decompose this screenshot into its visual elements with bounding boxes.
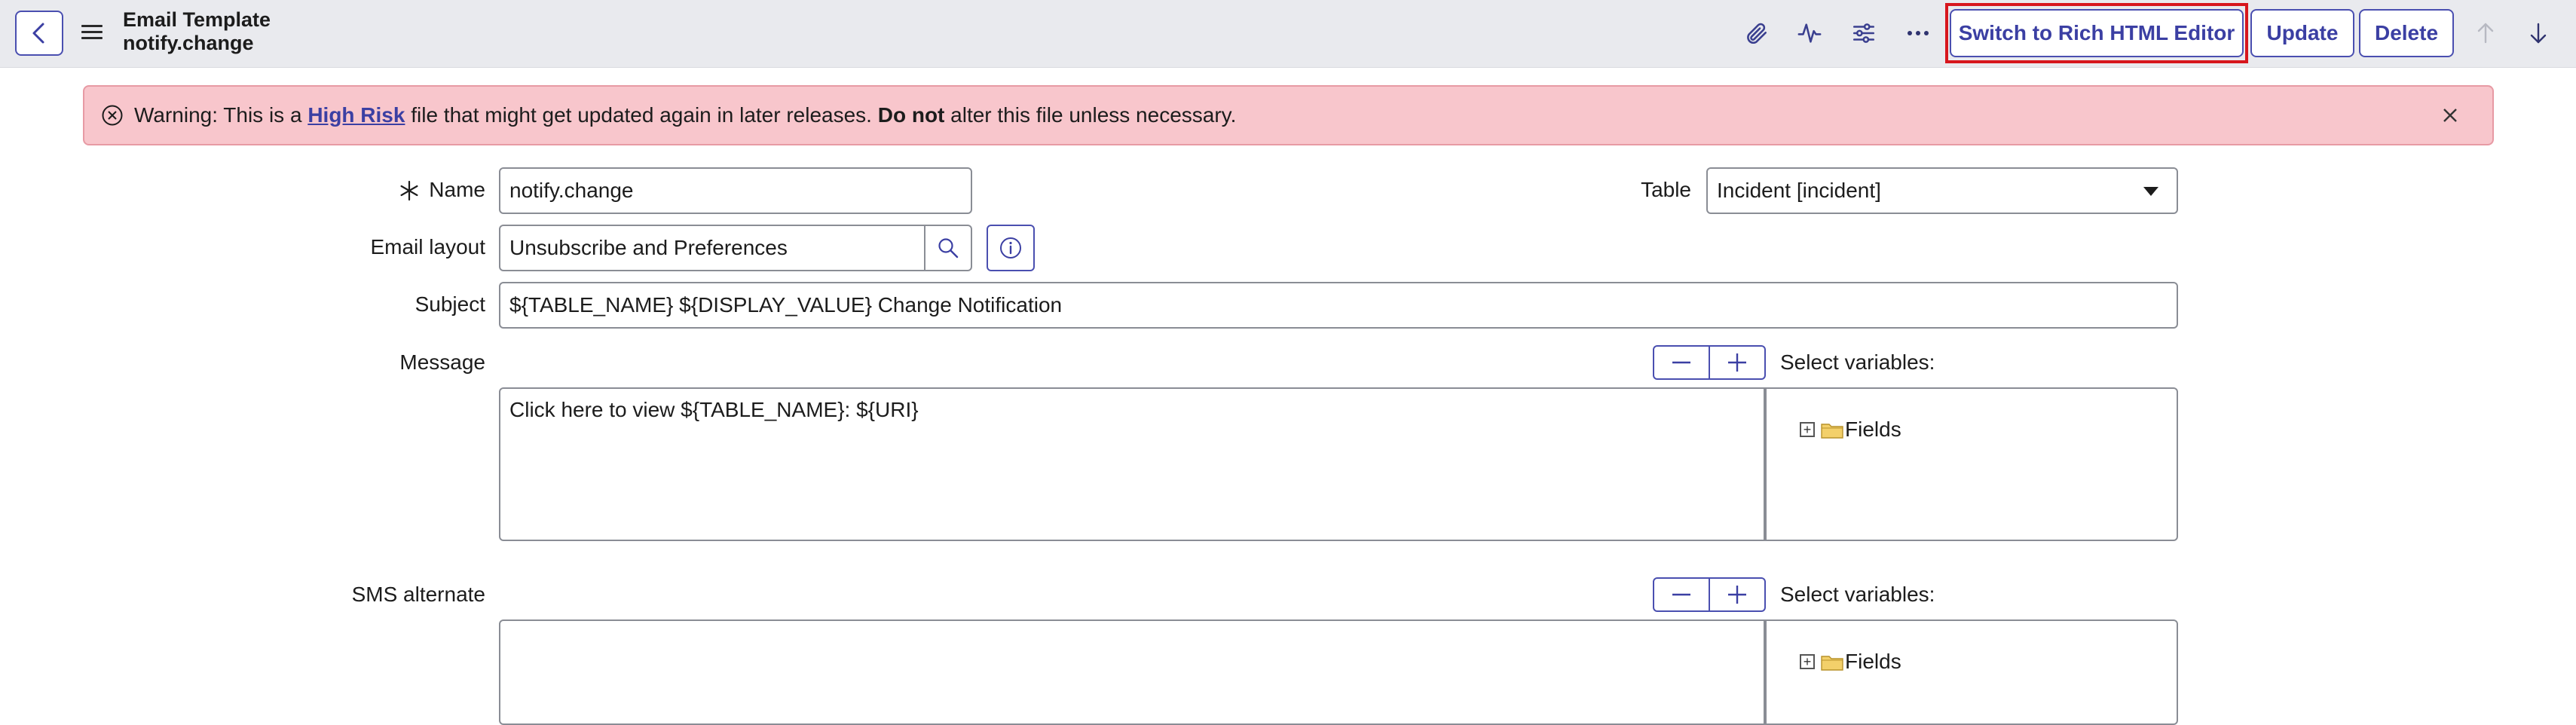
dropdown-caret-icon — [2143, 187, 2158, 196]
plus-icon — [1728, 586, 1746, 604]
sms-tree-fields-node[interactable]: + Fields — [1800, 650, 1901, 674]
sms-shrink-button[interactable] — [1654, 579, 1709, 610]
folder-icon — [1821, 424, 1843, 439]
minus-icon — [1672, 361, 1690, 364]
message-shrink-button[interactable] — [1654, 347, 1709, 378]
message-tree-fields-node[interactable]: + Fields — [1800, 418, 1901, 442]
message-tree-fields-label: Fields — [1845, 418, 1901, 441]
sms-select-variables-label: Select variables: — [1780, 583, 1935, 606]
sliders-icon — [1852, 23, 1875, 43]
subject-input[interactable]: ${TABLE_NAME} ${DISPLAY_VALUE} Change No… — [499, 282, 2178, 329]
email-layout-label: Email layout — [370, 235, 485, 258]
close-icon — [2443, 109, 2457, 122]
sms-size-stepper — [1653, 577, 1766, 612]
personalize-button[interactable] — [1847, 17, 1880, 50]
email-layout-input[interactable]: Unsubscribe and Preferences — [499, 225, 925, 271]
attachment-button[interactable] — [1739, 17, 1773, 50]
sms-textarea[interactable] — [499, 619, 1765, 725]
tree-expand-icon[interactable]: + — [1800, 422, 1815, 437]
sms-grow-button[interactable] — [1710, 579, 1764, 610]
warning-text-prefix: Warning: This is a — [134, 103, 308, 127]
record-name-title: notify.change — [123, 32, 254, 54]
activity-button[interactable] — [1793, 17, 1826, 50]
previous-record-button[interactable] — [2469, 17, 2502, 50]
next-record-button[interactable] — [2522, 17, 2555, 50]
name-input[interactable]: notify.change — [499, 167, 972, 214]
warning-text-bold: Do not — [877, 103, 945, 127]
message-textarea[interactable]: Click here to view ${TABLE_NAME}: ${URI} — [499, 387, 1765, 541]
table-select[interactable]: Incident [incident] — [1706, 167, 2178, 214]
activity-icon — [1797, 23, 1822, 43]
message-label: Message — [399, 350, 485, 374]
back-chevron-icon — [32, 23, 44, 44]
warning-banner: Warning: This is a High Risk file that m… — [83, 85, 2494, 145]
arrow-up-icon — [2477, 23, 2494, 44]
paperclip-icon — [1747, 23, 1767, 44]
back-button[interactable] — [15, 11, 63, 56]
table-select-value: Incident [incident] — [1717, 179, 1881, 202]
folder-icon — [1821, 656, 1843, 671]
more-options-button[interactable] — [1901, 17, 1935, 50]
arrow-down-icon — [2530, 23, 2547, 44]
delete-button[interactable]: Delete — [2359, 9, 2454, 57]
update-button[interactable]: Update — [2250, 9, 2354, 57]
name-label: Name — [429, 178, 485, 201]
sms-variables-tree: + Fields — [1765, 619, 2178, 725]
table-label: Table — [1641, 178, 1691, 201]
highlight-box — [1945, 3, 2248, 63]
email-layout-lookup-button[interactable] — [924, 225, 972, 271]
subject-label: Subject — [415, 292, 485, 316]
info-icon — [1000, 237, 1021, 258]
plus-icon — [1728, 353, 1746, 372]
message-grow-button[interactable] — [1710, 347, 1764, 378]
sms-alternate-label: SMS alternate — [351, 583, 485, 606]
sms-tree-fields-label: Fields — [1845, 650, 1901, 673]
warning-text-suffix: alter this file unless necessary. — [944, 103, 1237, 127]
message-size-stepper — [1653, 345, 1766, 380]
x-circle-icon — [102, 105, 123, 126]
close-banner-button[interactable] — [2438, 103, 2462, 127]
email-layout-info-button[interactable] — [987, 225, 1035, 271]
message-variables-tree: + Fields — [1765, 387, 2178, 541]
more-icon — [1908, 31, 1929, 35]
warning-text-middle: file that might get updated again in lat… — [405, 103, 878, 127]
record-type-title: Email Template — [123, 8, 271, 31]
high-risk-link[interactable]: High Risk — [307, 103, 405, 127]
message-select-variables-label: Select variables: — [1780, 350, 1935, 374]
tree-expand-icon[interactable]: + — [1800, 654, 1815, 669]
required-asterisk-icon — [398, 179, 421, 202]
search-icon — [938, 238, 959, 258]
hamburger-icon[interactable] — [81, 21, 102, 42]
minus-icon — [1672, 593, 1690, 596]
